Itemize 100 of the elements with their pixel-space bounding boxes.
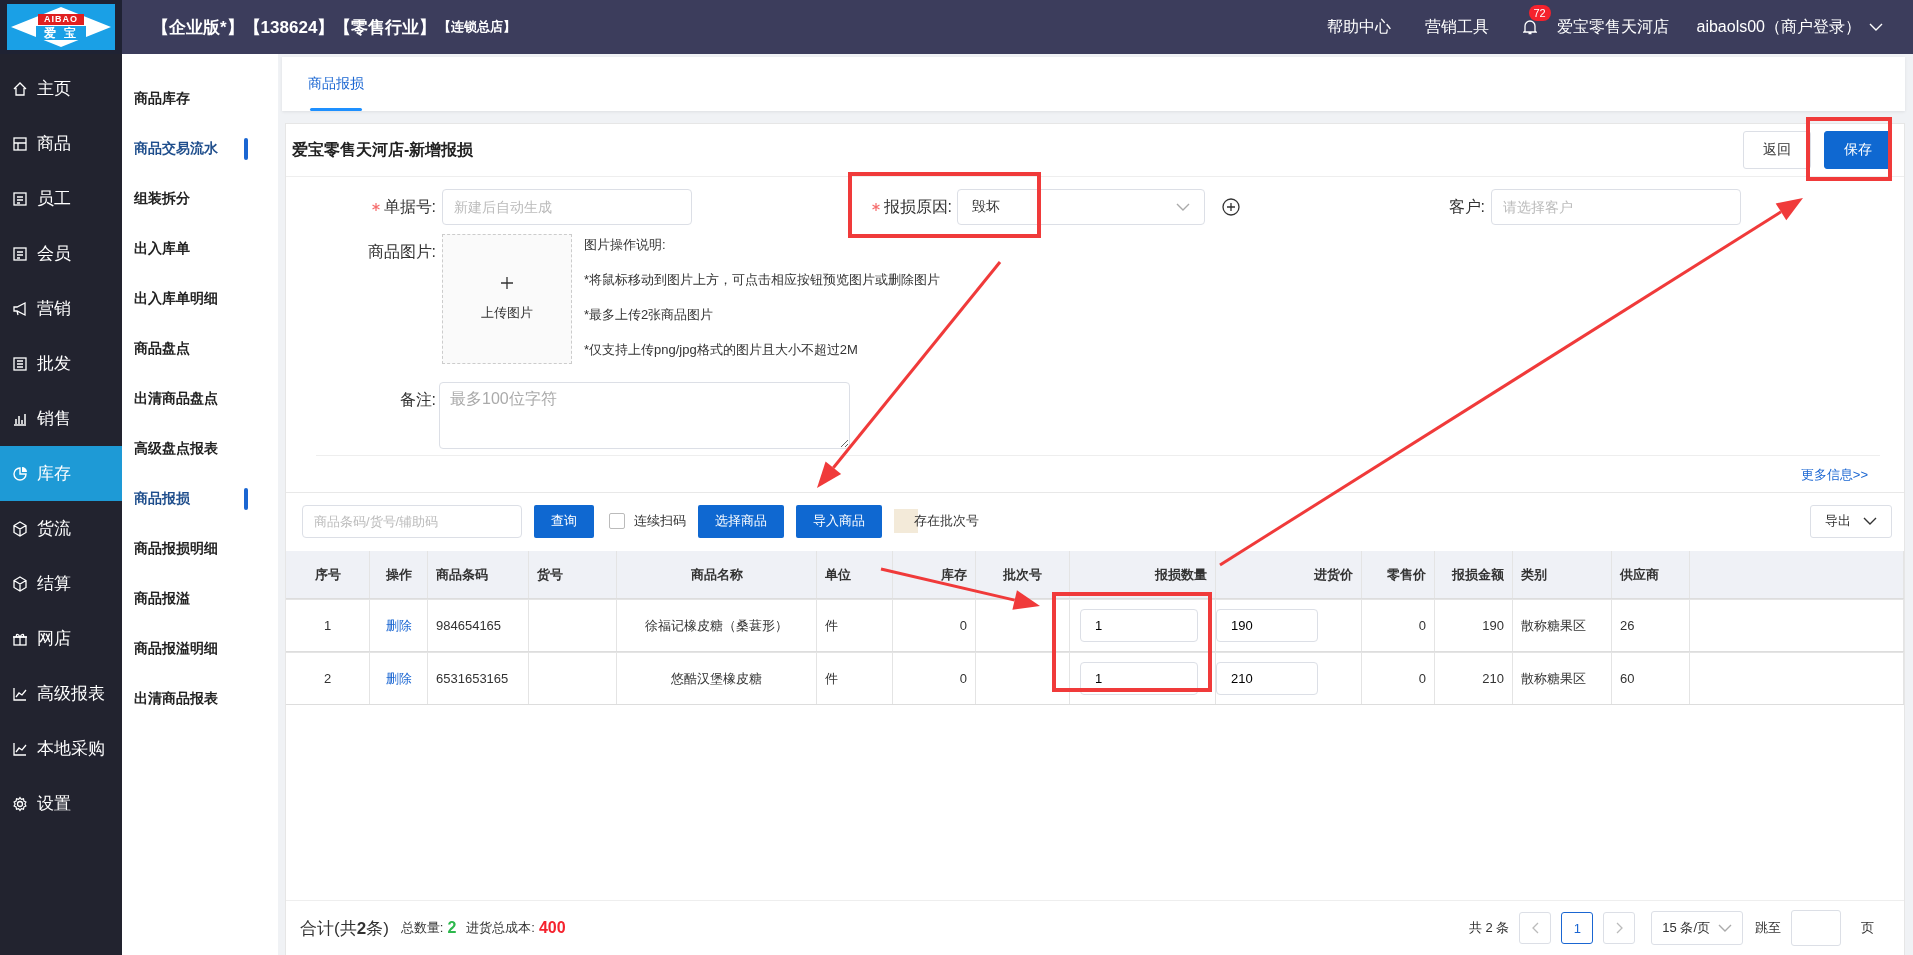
settings-icon (12, 795, 28, 812)
sidebar-item[interactable]: 高级报表 (0, 666, 122, 721)
chevron-down-icon (1176, 202, 1190, 212)
export-button[interactable]: 导出 (1810, 504, 1892, 538)
id-card-icon (12, 190, 28, 207)
remark-field[interactable]: 最多100位字符 (439, 382, 850, 449)
chevron-right-icon (1615, 922, 1623, 934)
logo: AIBAO 爱 宝 (7, 4, 115, 50)
subnav-item[interactable]: 出清商品盘点 (122, 374, 278, 424)
user-menu[interactable]: aibaols00（商户登录） (1696, 16, 1861, 38)
bell-icon[interactable] (1522, 19, 1537, 35)
image-upload[interactable]: 上传图片 (442, 234, 572, 364)
sidebar-item[interactable]: 结算 (0, 556, 122, 611)
required-icon (871, 203, 880, 211)
quantity-field[interactable]: 1 (1080, 609, 1198, 642)
column-header: 序号 (286, 551, 370, 598)
column-header: 商品条码 (428, 551, 529, 598)
subnav-item[interactable]: 商品交易流水 (122, 124, 278, 174)
table-cell: 0 (1362, 652, 1435, 704)
document-number-field[interactable]: 新建后自动生成 (442, 189, 692, 225)
column-header: 操作 (370, 551, 428, 598)
total-cost: 400 (538, 919, 566, 937)
sidebar-item[interactable]: 货流 (0, 501, 122, 556)
import-button[interactable]: 导入商品 (796, 504, 882, 538)
table-cell: 6531653165 (428, 652, 529, 704)
sidebar-item[interactable]: 会员 (0, 226, 122, 281)
chevron-down-icon (1869, 22, 1883, 32)
table-cell: 984654165 (428, 599, 529, 651)
megaphone-icon (12, 300, 28, 317)
grid-icon (12, 135, 28, 152)
sidebar-item[interactable]: 网店 (0, 611, 122, 666)
column-header: 报损数量 (1070, 551, 1216, 598)
checkbox[interactable] (609, 513, 625, 529)
tab[interactable]: 商品报损 (304, 57, 368, 111)
previous-page-button[interactable] (1519, 912, 1552, 944)
sidebar-item[interactable]: 员工 (0, 171, 122, 226)
subnav-item[interactable]: 商品报损明细 (122, 524, 278, 574)
select-button[interactable]: 选择商品 (698, 504, 784, 538)
checkbox-label: 连续扫码 (634, 512, 686, 530)
column-header: 货号 (529, 551, 617, 598)
subnav-item[interactable]: 出入库单明细 (122, 274, 278, 324)
legend-label: 存在批次号 (914, 512, 979, 530)
home-icon (12, 80, 28, 97)
delete-link[interactable]: 删除 (385, 669, 412, 688)
search-field[interactable]: 商品条码/货号/辅助码 (302, 504, 522, 538)
sidebar-item[interactable]: 设置 (0, 776, 122, 831)
total-count: 共 2 条 (1468, 919, 1510, 937)
table-cell: 0 (893, 652, 976, 704)
store-name[interactable]: 爱宝零售天河店 (1556, 16, 1669, 38)
field-label: 客户: (1447, 196, 1485, 217)
cost-field[interactable]: 210 (1216, 662, 1318, 695)
chevron-left-icon (1531, 922, 1539, 934)
reason-select[interactable]: 毁坏 (957, 189, 1205, 225)
header-link[interactable]: 营销工具 (1424, 16, 1489, 38)
next-page-button[interactable] (1603, 912, 1636, 944)
back-button[interactable]: 返回 (1743, 131, 1811, 169)
more-info-link[interactable]: 更多信息>> (1800, 466, 1868, 484)
sidebar-item[interactable]: 本地采购 (0, 721, 122, 776)
line-chart-icon (12, 740, 28, 757)
subnav-item[interactable]: 高级盘点报表 (122, 424, 278, 474)
total-quantity-label: 总数量: (400, 919, 444, 937)
table-cell: 210 (1435, 652, 1513, 704)
line-chart-icon (12, 685, 28, 702)
pie-chart-icon (12, 465, 28, 482)
total-cost-label: 进货总成本: (466, 919, 535, 937)
search-button[interactable]: 查询 (534, 504, 594, 538)
header-link[interactable]: 帮助中心 (1326, 16, 1391, 38)
page-jump-field[interactable] (1791, 910, 1841, 946)
add-icon[interactable] (1222, 198, 1240, 216)
table-cell: 190 (1435, 599, 1513, 651)
table-cell: 件 (817, 599, 893, 651)
plus-icon (500, 276, 514, 290)
page-button[interactable]: 1 (1561, 912, 1594, 944)
delete-link[interactable]: 删除 (385, 616, 412, 635)
subnav-item[interactable]: 商品库存 (122, 74, 278, 124)
subnav-item[interactable]: 出入库单 (122, 224, 278, 274)
customer-field[interactable]: 请选择客户 (1491, 189, 1741, 225)
subnav-item[interactable]: 商品报损 (122, 474, 278, 524)
id-card-icon (12, 245, 28, 262)
column-header: 商品名称 (617, 551, 817, 598)
image-note: *最多上传2张商品图片 (584, 306, 715, 324)
sidebar-item[interactable]: 销售 (0, 391, 122, 446)
sidebar-item[interactable]: 批发 (0, 336, 122, 391)
sidebar-item[interactable]: 营销 (0, 281, 122, 336)
table-cell: 悠酷汉堡橡皮糖 (617, 652, 817, 704)
form-title: 爱宝零售天河店-新增报损 (292, 139, 475, 160)
subnav-item[interactable]: 商品盘点 (122, 324, 278, 374)
subnav-item[interactable]: 商品报溢 (122, 574, 278, 624)
image-note: *仅支持上传png/jpg格式的图片且大小不超过2M (584, 341, 859, 359)
sidebar-item[interactable]: 主页 (0, 61, 122, 116)
subnav-item[interactable]: 商品报溢明细 (122, 624, 278, 674)
table-cell: 0 (893, 599, 976, 651)
page-size-select[interactable]: 15 条/页 (1651, 911, 1743, 945)
subnav-item[interactable]: 组装拆分 (122, 174, 278, 224)
sidebar-item[interactable]: 商品 (0, 116, 122, 171)
column-header: 单位 (817, 551, 893, 598)
field-label: 商品图片: (366, 242, 436, 262)
subnav-item[interactable]: 出清商品报表 (122, 674, 278, 724)
summary-text: 合计(共2条) (300, 917, 389, 940)
cost-field[interactable]: 190 (1216, 609, 1318, 642)
